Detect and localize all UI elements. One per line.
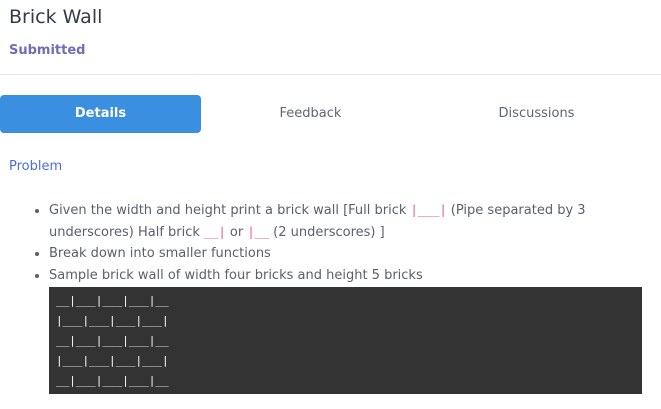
full-brick-code: |___| xyxy=(410,203,447,217)
page-header: Brick Wall Submitted xyxy=(9,5,661,59)
page-title: Brick Wall xyxy=(9,6,103,28)
problem-heading: Problem xyxy=(9,159,63,174)
bullet1-or: or xyxy=(225,224,248,240)
half-brick-code-2: |__ xyxy=(247,224,270,239)
bullet1-post: (2 underscores) ] xyxy=(269,224,385,240)
bullet1-pre: Given the width and height print a brick… xyxy=(49,203,411,218)
list-item: Sample brick wall of width four bricks a… xyxy=(49,265,609,287)
tab-discussions[interactable]: Discussions xyxy=(436,95,637,133)
tab-feedback[interactable]: Feedback xyxy=(210,95,411,133)
status-label: Submitted xyxy=(9,43,86,58)
header-divider xyxy=(0,74,661,75)
list-item: Break down into smaller functions xyxy=(49,243,609,265)
list-item: Given the width and height print a brick… xyxy=(49,200,609,243)
problem-list: Given the width and height print a brick… xyxy=(32,200,609,286)
half-brick-code-1: __| xyxy=(204,224,226,239)
tab-bar: Details Feedback Discussions xyxy=(0,95,661,133)
tab-details[interactable]: Details xyxy=(0,95,201,133)
brick-wall-code-block: __|___|___|___|__ |___|___|___|___| __|_… xyxy=(49,287,642,394)
